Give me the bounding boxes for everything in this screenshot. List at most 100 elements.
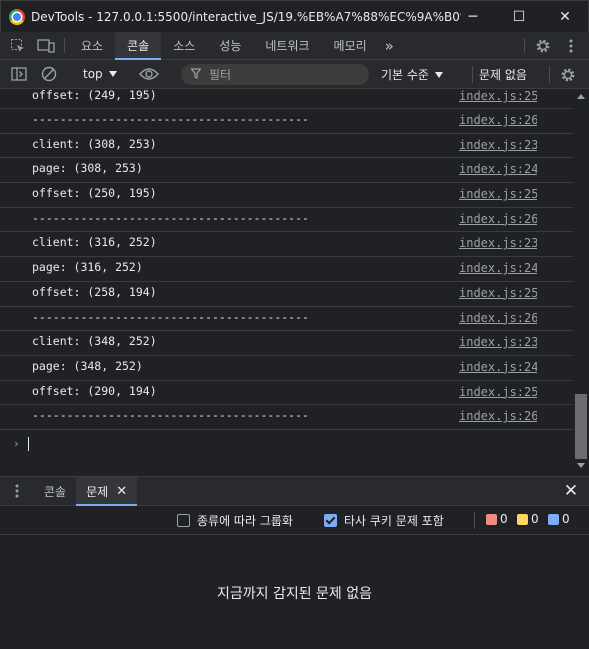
source-link[interactable]: index.js:23 [459, 138, 537, 152]
warning-count: 0 [517, 512, 539, 526]
dropdown-arrow-icon [434, 71, 443, 78]
chrome-icon [9, 8, 25, 25]
toolbar-divider [474, 512, 475, 529]
console-message: client: (316, 252) index.js:23 [0, 232, 573, 258]
console-message-text: client: (348, 252) [32, 334, 157, 349]
tab-performance[interactable]: 성능 [207, 32, 253, 59]
scroll-up-arrow-icon[interactable] [577, 94, 585, 99]
close-button[interactable]: ✕ [542, 1, 588, 33]
toolbar-divider [472, 66, 473, 83]
prompt-chevron-icon: › [13, 436, 20, 450]
console-message-text: ---------------------------------------- [32, 112, 309, 126]
toolbar-divider [549, 66, 550, 83]
tab-console[interactable]: 콘솔 [115, 32, 162, 60]
console-message: client: (308, 253) index.js:23 [0, 134, 573, 159]
source-link[interactable]: index.js:23 [459, 236, 537, 250]
console-message: offset: (249, 195) index.js:25 [0, 89, 573, 109]
more-options-icon[interactable] [557, 32, 585, 59]
show-sidebar-icon[interactable] [4, 60, 34, 89]
console-scrollbar[interactable] [573, 89, 589, 473]
console-message: ----------------------------------------… [0, 109, 573, 134]
console-message: offset: (258, 194) index.js:25 [0, 282, 573, 307]
source-link[interactable]: index.js:26 [459, 113, 537, 127]
more-tabs-button[interactable]: » [379, 32, 400, 59]
error-icon [486, 513, 497, 525]
console-prompt-input[interactable]: › [0, 430, 573, 460]
tab-elements[interactable]: 요소 [69, 32, 115, 59]
no-issues-message: 지금까지 감지된 문제 없음 [216, 586, 373, 602]
clear-console-icon[interactable] [34, 60, 64, 89]
source-link[interactable]: index.js:24 [459, 162, 537, 176]
source-link[interactable]: index.js:26 [459, 409, 537, 423]
close-drawer-icon[interactable]: ✕ [553, 477, 589, 505]
console-message: page: (316, 252) index.js:24 [0, 257, 573, 282]
issues-toolbar: 종류에 따라 그룹화 타사 쿠키 문제 포함 0 0 0 [0, 506, 589, 535]
console-message: offset: (290, 194) index.js:25 [0, 381, 573, 406]
tab-network[interactable]: 네트워크 [253, 32, 321, 59]
console-message-text: offset: (258, 194) [32, 284, 157, 299]
device-toolbar-icon[interactable] [32, 32, 60, 59]
context-selector[interactable]: top [77, 60, 123, 89]
tab-sources[interactable]: 소스 [161, 32, 207, 59]
issues-count-button[interactable]: 문제 없음 [479, 60, 527, 89]
title-bar: DevTools - 127.0.0.1:5500/interactive_JS… [0, 0, 589, 32]
source-link[interactable]: index.js:25 [459, 286, 537, 300]
error-count: 0 [486, 512, 508, 526]
console-message: offset: (250, 195) index.js:25 [0, 183, 573, 208]
console-message: page: (308, 253) index.js:24 [0, 158, 573, 184]
settings-gear-icon[interactable] [529, 32, 557, 59]
window-title: DevTools - 127.0.0.1:5500/interactive_JS… [31, 9, 461, 24]
close-tab-icon[interactable]: ✕ [116, 484, 127, 499]
source-link[interactable]: index.js:24 [459, 261, 537, 275]
log-levels-dropdown[interactable]: 기본 수준 [381, 60, 443, 89]
scroll-down-arrow-icon[interactable] [577, 463, 585, 468]
maximize-button[interactable]: ☐ [496, 1, 542, 33]
dropdown-arrow-icon [108, 71, 117, 77]
tab-memory[interactable]: 메모리 [322, 32, 379, 59]
source-link[interactable]: index.js:26 [459, 311, 537, 325]
console-message-text: page: (316, 252) [32, 260, 143, 275]
drawer-tab-bar: 콘솔 문제 ✕ ✕ [0, 476, 589, 506]
info-icon [548, 513, 559, 525]
live-expression-eye-icon[interactable] [136, 60, 162, 89]
toolbar-divider [64, 38, 65, 53]
source-link[interactable]: index.js:25 [459, 187, 537, 201]
toolbar-divider [524, 38, 525, 53]
group-by-kind-checkbox[interactable] [177, 514, 190, 527]
source-link[interactable]: index.js:25 [459, 385, 537, 399]
issues-panel: 지금까지 감지된 문제 없음 [0, 535, 589, 649]
console-message: ----------------------------------------… [0, 405, 573, 430]
filter-placeholder: 필터 [209, 68, 232, 82]
console-message: ----------------------------------------… [0, 307, 573, 332]
console-message-text: offset: (290, 194) [32, 383, 157, 398]
console-message-text: client: (316, 252) [32, 235, 157, 250]
console-message-text: page: (348, 252) [32, 358, 143, 373]
main-tab-bar: 요소 콘솔 소스 성능 네트워크 메모리 » [0, 32, 589, 60]
drawer-tab-console[interactable]: 콘솔 [34, 477, 76, 505]
inspect-element-icon[interactable] [4, 32, 32, 59]
console-log-area: offset: (249, 195) index.js:25 ---------… [0, 89, 573, 473]
source-link[interactable]: index.js:24 [459, 360, 537, 374]
include-third-party-label: 타사 쿠키 문제 포함 [344, 514, 444, 528]
source-link[interactable]: index.js:25 [459, 89, 537, 103]
drawer-tab-issues[interactable]: 문제 ✕ [76, 477, 138, 506]
source-link[interactable]: index.js:26 [459, 212, 537, 226]
console-toolbar: top 필터 기본 수준 문제 없음 [0, 60, 589, 89]
source-link[interactable]: index.js:23 [459, 335, 537, 349]
console-message-text: page: (308, 253) [32, 161, 143, 176]
console-message: ----------------------------------------… [0, 208, 573, 233]
console-message-text: ---------------------------------------- [32, 408, 309, 423]
console-message-text: client: (308, 253) [32, 136, 157, 151]
console-message: client: (348, 252) index.js:23 [0, 331, 573, 356]
scrollbar-thumb[interactable] [575, 394, 587, 459]
drawer-menu-icon[interactable] [0, 477, 34, 505]
group-by-kind-label: 종류에 따라 그룹화 [197, 514, 293, 528]
include-third-party-checkbox[interactable] [324, 514, 337, 527]
minimize-button[interactable]: ─ [450, 1, 496, 33]
warning-icon [517, 513, 528, 525]
console-settings-gear-icon[interactable] [558, 60, 578, 89]
console-message-text: ---------------------------------------- [32, 210, 309, 225]
filter-funnel-icon [190, 67, 202, 82]
filter-input[interactable]: 필터 [181, 64, 369, 85]
text-caret [28, 436, 29, 451]
